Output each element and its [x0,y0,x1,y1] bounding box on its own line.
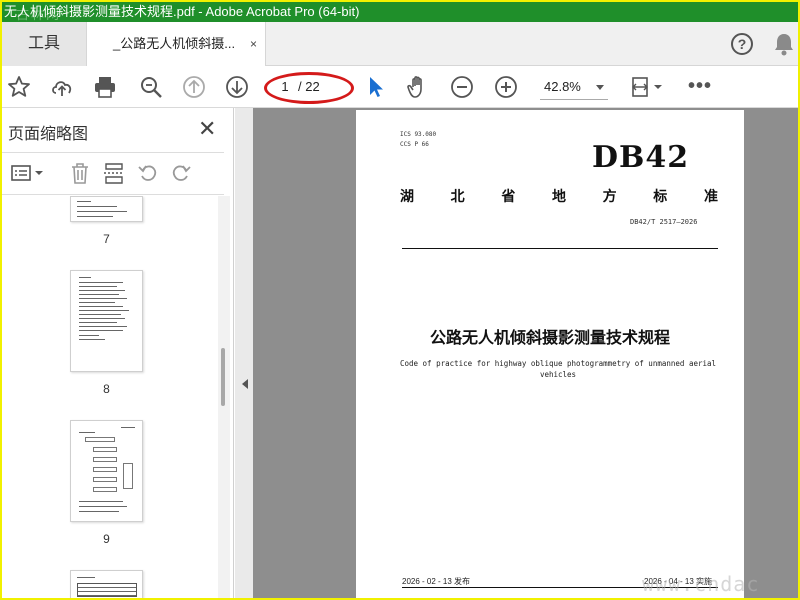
page-thumbnail[interactable] [70,270,143,372]
page-thumbnail[interactable] [70,570,143,598]
heading-char: 方 [602,188,617,204]
annotation-ellipse [264,72,354,104]
page-divider [402,248,718,249]
print-icon[interactable] [92,74,118,100]
tab-document-label: _公路无人机倾斜摄... [113,36,236,51]
heading-char: 北 [450,188,465,204]
standard-prefix: DB42 [592,140,690,175]
tab-row: 工具 _公路无人机倾斜摄... × ? [2,22,798,67]
thumbnail-list: 7 8 9 [2,196,218,598]
heading-char: 湖 [400,188,414,204]
tab-close-icon[interactable]: × [250,22,257,66]
thumbnail-label: 9 [103,532,110,546]
panel-toolbar [2,153,224,193]
collapse-left-icon[interactable] [242,379,248,389]
zoom-select[interactable]: 42.8% [540,74,608,100]
trash-icon[interactable] [68,161,92,185]
implementation-date: 2026 - 04 - 13 实施 [644,577,713,586]
panel-close-icon[interactable]: ✕ [198,116,216,142]
acrobat-window: 无人机倾斜摄影测量技术规程.pdf - Adobe Acrobat Pro (6… [2,2,798,598]
heading-char: 标 [653,188,668,204]
chevron-down-icon [596,85,604,90]
plus-circle-icon[interactable] [493,74,519,100]
help-icon[interactable]: ? [731,33,753,55]
scrollbar-thumb[interactable] [221,348,225,406]
minus-circle-icon[interactable] [449,74,475,100]
zoom-value: 42.8% [544,79,581,94]
options-menu-icon[interactable] [10,161,44,185]
arrow-up-circle-icon[interactable] [181,74,207,100]
rotate-right-icon[interactable] [169,161,193,185]
issue-date: 2026 - 02 - 13 发布 [402,577,471,586]
standard-heading: 湖 北 省 地 方 标 准 [400,186,718,206]
heading-char: 地 [551,188,566,204]
star-icon[interactable] [6,74,32,100]
window-title: 无人机倾斜摄影测量技术规程.pdf - Adobe Acrobat Pro (6… [2,2,798,22]
insert-page-icon[interactable] [102,161,126,185]
thumbnail-label: 7 [103,232,110,246]
thumbnails-panel: 页面缩略图 ✕ 7 8 9 [2,108,234,598]
hand-icon[interactable] [405,74,431,100]
pdf-page: ICS 93.080 CCS P 66 DB42 湖 北 省 地 方 标 准 D… [356,110,744,598]
panel-title: 页面缩略图 [8,126,89,143]
document-view[interactable]: ICS 93.080 CCS P 66 DB42 湖 北 省 地 方 标 准 D… [235,108,798,598]
main-toolbar: 1 / 22 42.8% ••• [2,66,798,108]
tab-document[interactable]: _公路无人机倾斜摄... × [86,22,266,67]
thumbnail-scrollbar[interactable] [218,196,230,598]
bell-icon[interactable] [773,32,795,56]
heading-char: 省 [501,188,516,204]
tab-tools[interactable]: 工具 [2,22,86,66]
heading-char: 准 [703,188,718,204]
zoom-search-icon[interactable] [138,74,164,100]
document-code: DB42/T 2517—2026 [630,218,698,226]
ccs-code: CCS P 66 [400,141,429,148]
panel-divider [2,194,224,195]
upload-cloud-icon[interactable] [49,74,75,100]
thumbnail-label: 8 [103,382,110,396]
ics-code: ICS 93.080 [400,131,437,138]
document-title-cn: 公路无人机倾斜摄影测量技术规程 [429,330,670,347]
page-footer-divider [402,587,718,588]
more-icon[interactable]: ••• [688,74,712,98]
panel-collapse-strip[interactable] [235,108,253,598]
arrow-down-circle-icon[interactable] [224,74,250,100]
page-ics-ccs: ICS 93.080 CCS P 66 [400,130,436,150]
document-title-en: Code of practice for highway oblique pho… [399,359,717,379]
cursor-icon[interactable] [364,74,390,100]
fit-page-icon[interactable] [630,74,666,100]
rotate-left-icon[interactable] [136,161,160,185]
page-thumbnail[interactable] [70,196,143,222]
page-thumbnail[interactable] [70,420,143,522]
